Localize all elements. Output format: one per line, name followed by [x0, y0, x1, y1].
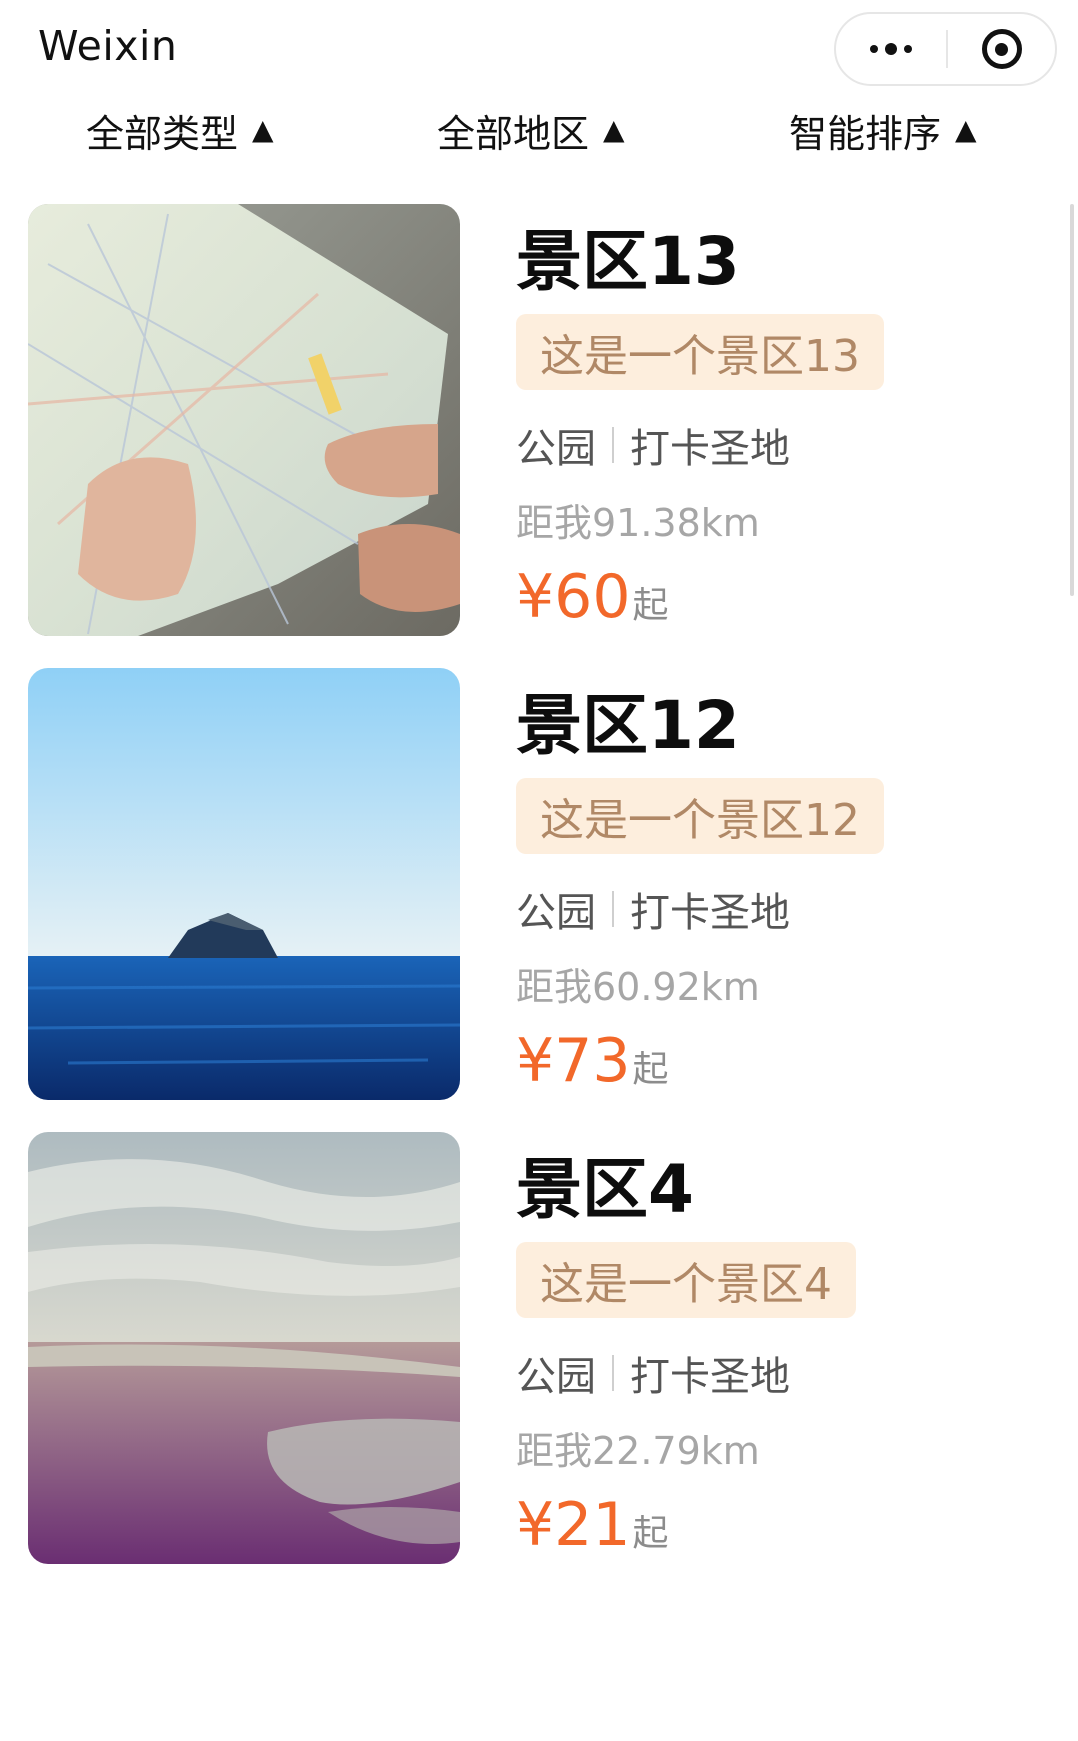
scenic-price: ¥60 起 — [516, 562, 669, 632]
close-miniprogram-button[interactable] — [948, 14, 1055, 84]
page: Weixin 全部类型 ▲ 全部地区 ▲ 智能排序 ▲ 景区13 这是一个景区1… — [0, 0, 1078, 1741]
category-separator — [612, 891, 614, 927]
scenic-image — [28, 668, 460, 1100]
filter-sort-label: 智能排序 — [789, 111, 942, 156]
scenic-image — [28, 204, 460, 636]
more-dot-icon — [870, 45, 878, 53]
filter-region-label: 全部地区 — [437, 111, 590, 156]
scenic-distance: 距我60.92km — [516, 965, 760, 1009]
scenic-price: ¥21 起 — [516, 1490, 669, 1560]
scenic-description-badge: 这是一个景区13 — [516, 314, 884, 390]
app-title: Weixin — [38, 22, 178, 70]
scenic-tag: 打卡圣地 — [630, 1354, 790, 1400]
more-dot-icon — [904, 45, 912, 53]
filter-bar: 全部类型 ▲ 全部地区 ▲ 智能排序 ▲ — [0, 95, 1078, 165]
triangle-up-icon: ▲ — [603, 113, 625, 146]
scenic-card[interactable]: 景区13 这是一个景区13 公园 打卡圣地 距我91.38km ¥60 起 — [28, 204, 1028, 636]
category-separator — [612, 1355, 614, 1391]
scenic-card[interactable]: 景区4 这是一个景区4 公园 打卡圣地 距我22.79km ¥21 起 — [28, 1132, 1028, 1564]
scenic-categories: 公园 打卡圣地 — [516, 416, 790, 474]
scenic-distance: 距我91.38km — [516, 501, 760, 545]
triangle-up-icon: ▲ — [252, 113, 274, 146]
more-options-button[interactable] — [836, 14, 946, 84]
price-suffix: 起 — [632, 1513, 669, 1554]
scenic-tag: 打卡圣地 — [630, 426, 790, 472]
scenic-tag: 打卡圣地 — [630, 890, 790, 936]
filter-sort-dropdown[interactable]: 智能排序 ▲ — [789, 95, 977, 165]
filter-type-dropdown[interactable]: 全部类型 ▲ — [86, 95, 274, 165]
triangle-up-icon: ▲ — [955, 113, 977, 146]
filter-type-label: 全部类型 — [86, 111, 239, 156]
scenic-title: 景区13 — [516, 223, 740, 300]
scenic-categories: 公园 打卡圣地 — [516, 1344, 790, 1402]
price-value: ¥60 — [516, 562, 631, 632]
scenic-title: 景区4 — [516, 1151, 694, 1228]
scenic-category: 公园 — [516, 426, 596, 472]
scenic-category: 公园 — [516, 1354, 596, 1400]
scenic-card[interactable]: 景区12 这是一个景区12 公园 打卡圣地 距我60.92km ¥73 起 — [28, 668, 1028, 1100]
scenic-image — [28, 1132, 460, 1564]
price-value: ¥21 — [516, 1490, 631, 1560]
title-bar: Weixin — [0, 0, 1078, 90]
scenic-title: 景区12 — [516, 687, 740, 764]
scenic-category: 公园 — [516, 890, 596, 936]
scenic-description-badge: 这是一个景区4 — [516, 1242, 856, 1318]
scenic-price: ¥73 起 — [516, 1026, 669, 1096]
price-suffix: 起 — [632, 1049, 669, 1090]
scenic-categories: 公园 打卡圣地 — [516, 880, 790, 938]
menu-capsule — [834, 12, 1057, 86]
scrollbar[interactable] — [1070, 204, 1074, 596]
more-dot-icon — [885, 43, 897, 55]
filter-region-dropdown[interactable]: 全部地区 ▲ — [437, 95, 625, 165]
price-suffix: 起 — [632, 585, 669, 626]
target-icon — [981, 29, 1022, 69]
scenic-description-badge: 这是一个景区12 — [516, 778, 884, 854]
price-value: ¥73 — [516, 1026, 631, 1096]
category-separator — [612, 427, 614, 463]
scenic-distance: 距我22.79km — [516, 1429, 760, 1473]
